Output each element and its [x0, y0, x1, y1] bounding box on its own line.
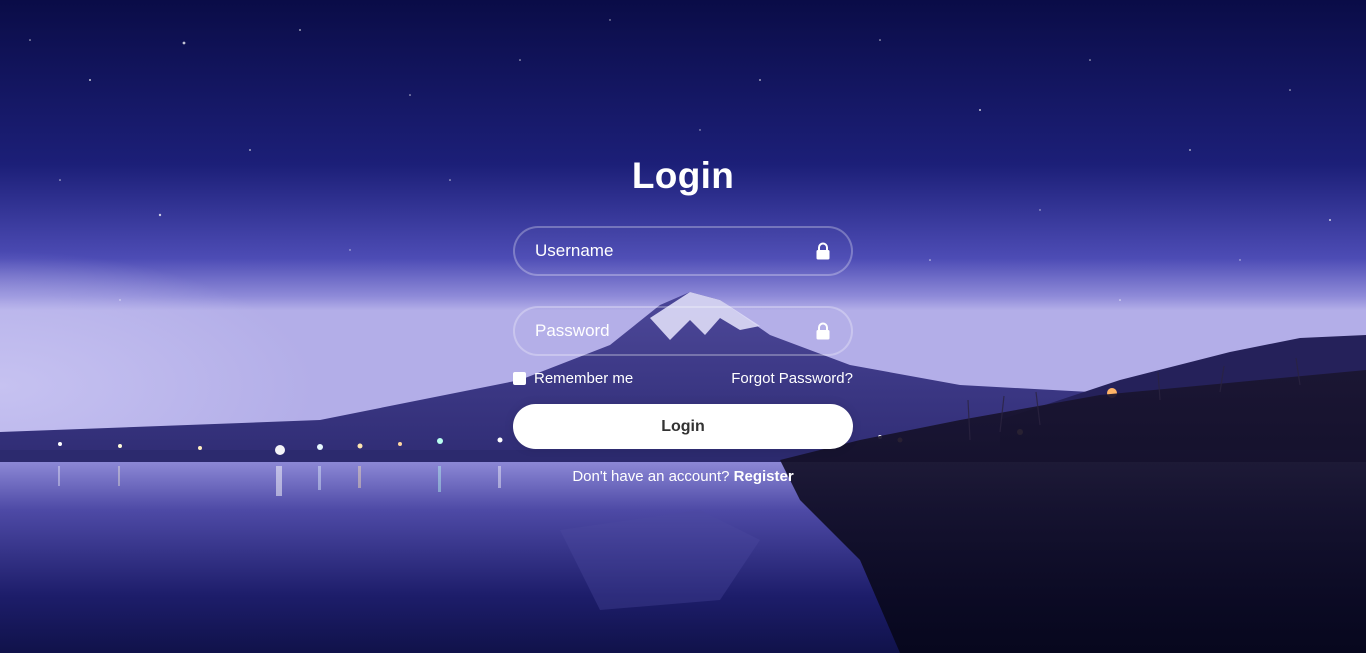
login-form: Login Remember me Forgot Password? Login…	[513, 150, 853, 485]
register-prompt: Don't have an account?	[572, 468, 734, 485]
register-row: Don't have an account? Register	[513, 468, 853, 485]
password-input[interactable]	[515, 308, 851, 354]
remember-me[interactable]: Remember me	[513, 370, 633, 387]
lock-icon	[816, 242, 830, 260]
password-field-wrapper	[513, 306, 853, 356]
options-row: Remember me Forgot Password?	[513, 370, 853, 390]
remember-checkbox[interactable]	[513, 372, 526, 385]
lock-icon	[816, 322, 830, 340]
remember-label: Remember me	[534, 370, 634, 387]
register-link[interactable]: Register	[734, 468, 794, 485]
username-input[interactable]	[515, 228, 851, 274]
login-button[interactable]: Login	[513, 404, 853, 449]
forgot-password-link[interactable]: Forgot Password?	[731, 370, 853, 387]
login-title: Login	[631, 155, 735, 196]
username-field-wrapper	[513, 226, 853, 276]
